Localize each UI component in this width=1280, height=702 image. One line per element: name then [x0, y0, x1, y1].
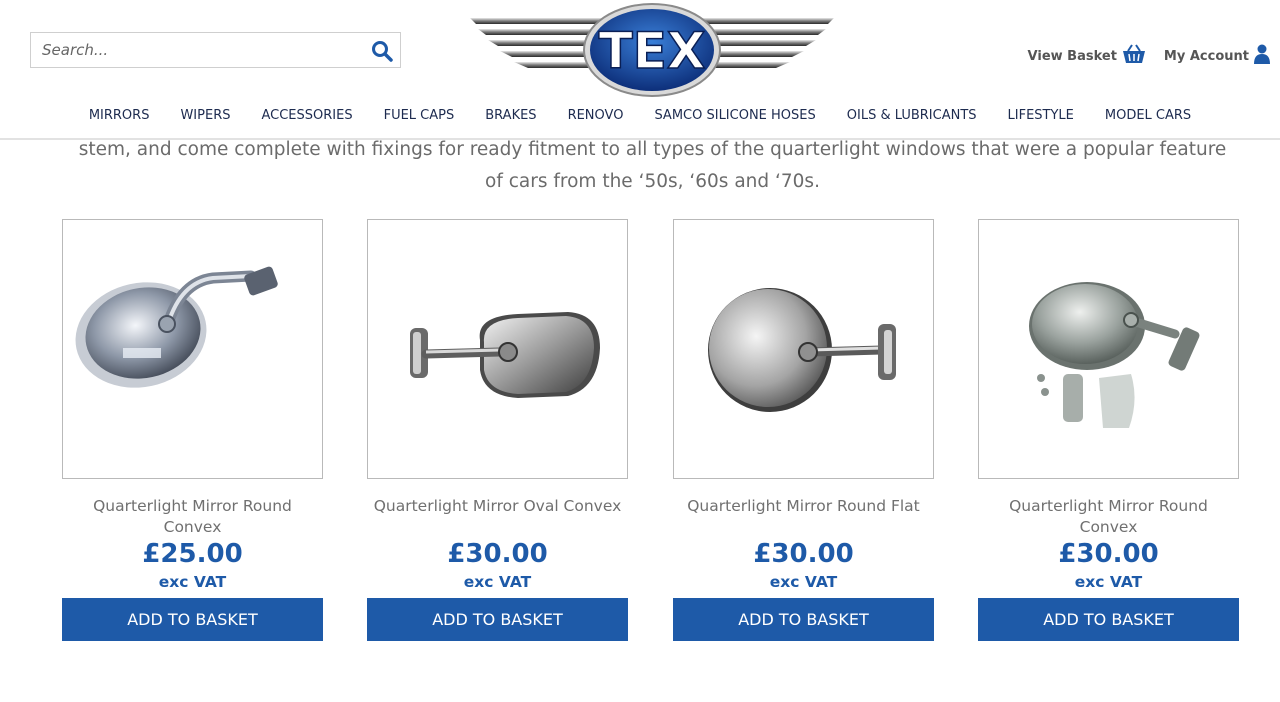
nav-item-renovo[interactable]: RENOVO	[568, 104, 624, 134]
product-card: Quarterlight Mirror Round Convex £30.00 …	[978, 219, 1239, 641]
add-to-basket-button[interactable]: ADD TO BASKET	[62, 598, 323, 641]
product-price: £30.00	[447, 539, 548, 569]
product-name[interactable]: Quarterlight Mirror Round Convex	[62, 496, 323, 538]
add-to-basket-button[interactable]: ADD TO BASKET	[978, 598, 1239, 641]
nav-item-mirrors[interactable]: MIRRORS	[89, 104, 150, 134]
product-price: £30.00	[753, 539, 854, 569]
product-name[interactable]: Quarterlight Mirror Oval Convex	[367, 496, 628, 538]
logo-text: TEX	[599, 22, 706, 80]
user-icon	[1254, 44, 1270, 68]
nav-item-samco-silicone-hoses[interactable]: SAMCO SILICONE HOSES	[654, 104, 815, 134]
product-grid: Quarterlight Mirror Round Convex £25.00 …	[62, 219, 1240, 649]
vat-note: exc VAT	[769, 573, 838, 591]
product-card: Quarterlight Mirror Oval Convex £30.00 e…	[367, 219, 628, 641]
nav-item-fuel-caps[interactable]: FUEL CAPS	[384, 104, 455, 134]
category-description: stem, and come complete with fixings for…	[40, 134, 1265, 198]
my-account-link[interactable]: My Account	[1164, 44, 1270, 68]
product-image[interactable]	[673, 219, 934, 479]
search-input[interactable]	[31, 33, 361, 67]
vat-note: exc VAT	[463, 573, 532, 591]
my-account-label: My Account	[1163, 48, 1249, 64]
basket-icon	[1122, 44, 1146, 68]
product-price: £30.00	[1058, 539, 1159, 569]
search-box	[30, 32, 401, 68]
description-line-2: of cars from the ‘50s, ‘60s and ‘70s.	[485, 171, 820, 192]
account-area: View Basket My Account	[1028, 42, 1270, 70]
product-price: £25.00	[142, 539, 243, 569]
site-header: TEX View Basket My Account	[0, 0, 1280, 140]
product-name[interactable]: Quarterlight Mirror Round Flat	[673, 496, 934, 538]
add-to-basket-button[interactable]: ADD TO BASKET	[673, 598, 934, 641]
view-basket-link[interactable]: View Basket	[1028, 44, 1146, 68]
product-card: Quarterlight Mirror Round Flat £30.00 ex…	[673, 219, 934, 641]
product-image[interactable]	[62, 219, 323, 479]
nav-item-wipers[interactable]: WIPERS	[180, 104, 230, 134]
search-icon[interactable]	[370, 39, 394, 63]
product-image[interactable]	[978, 219, 1239, 479]
main-nav: MIRRORS WIPERS ACCESSORIES FUEL CAPS BRA…	[0, 104, 1280, 134]
nav-item-model-cars[interactable]: MODEL CARS	[1105, 104, 1191, 134]
view-basket-label: View Basket	[1027, 48, 1117, 64]
vat-note: exc VAT	[158, 573, 227, 591]
product-card: Quarterlight Mirror Round Convex £25.00 …	[62, 219, 323, 641]
product-name[interactable]: Quarterlight Mirror Round Convex	[978, 496, 1239, 538]
product-image[interactable]	[367, 219, 628, 479]
site-logo[interactable]: TEX	[468, 2, 836, 98]
nav-item-oils-lubricants[interactable]: OILS & LUBRICANTS	[847, 104, 977, 134]
nav-item-accessories[interactable]: ACCESSORIES	[261, 104, 352, 134]
nav-item-lifestyle[interactable]: LIFESTYLE	[1008, 104, 1074, 134]
add-to-basket-button[interactable]: ADD TO BASKET	[367, 598, 628, 641]
nav-item-brakes[interactable]: BRAKES	[485, 104, 536, 134]
vat-note: exc VAT	[1074, 573, 1143, 591]
